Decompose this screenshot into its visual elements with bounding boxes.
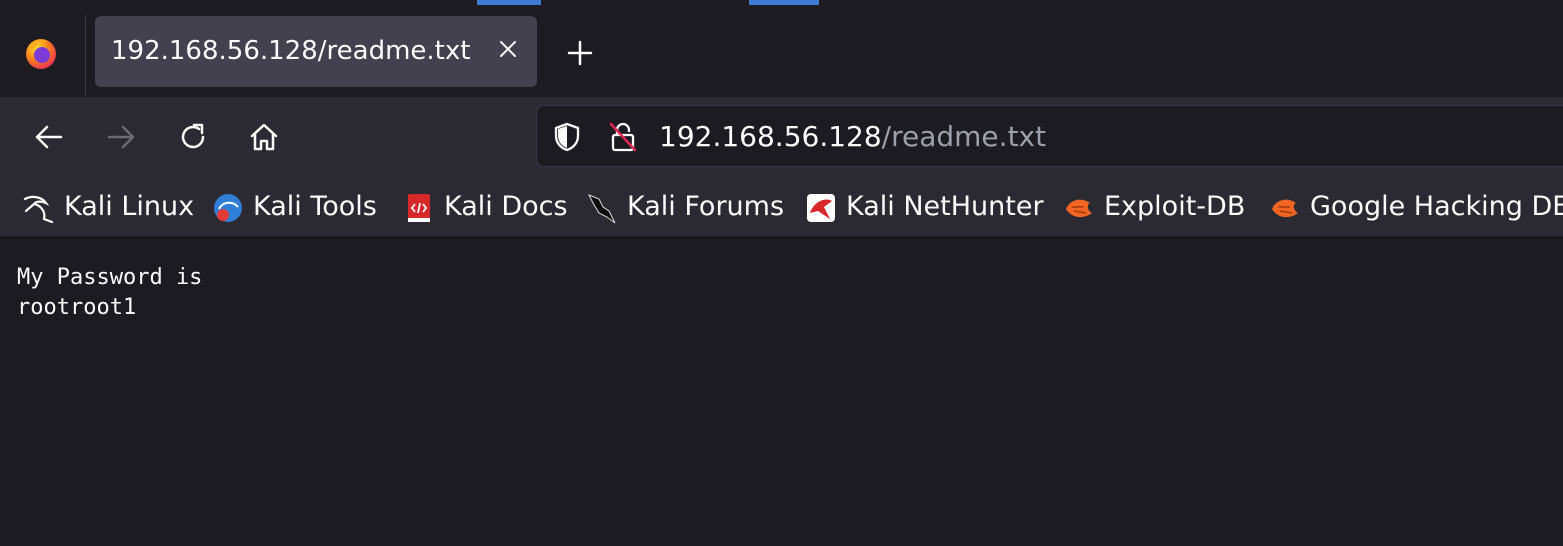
bookmark-label: Kali Forums [627, 191, 785, 222]
home-icon[interactable] [246, 119, 282, 155]
kali-nethunter-icon [807, 194, 835, 222]
kali-dragon-icon [23, 195, 54, 224]
forward-arrow-icon[interactable] [103, 119, 139, 155]
shield-icon[interactable] [551, 121, 583, 153]
navigation-toolbar: 192.168.56.128/readme.txt [0, 97, 1563, 179]
bookmark-label: Google Hacking DB [1310, 191, 1563, 222]
url-text[interactable]: 192.168.56.128/readme.txt [659, 120, 1046, 153]
bookmark-label: Kali NetHunter [846, 191, 1044, 222]
close-icon[interactable] [497, 38, 519, 60]
kali-docs-icon [408, 194, 430, 222]
window-indicator [749, 0, 819, 5]
page-content: My Password is rootroot1 [0, 238, 1563, 546]
exploit-db-icon [1272, 199, 1298, 218]
bookmark-label: Exploit-DB [1104, 191, 1246, 222]
firefox-icon[interactable] [22, 34, 60, 72]
bookmarks-toolbar: Kali Linux Kali Tools Kali Docs Kali For… [0, 179, 1563, 238]
bookmark-label: Kali Docs [444, 191, 568, 222]
window-indicator [477, 0, 541, 5]
bookmark-label: Kali Linux [64, 191, 195, 222]
text-line: My Password is [17, 265, 203, 290]
text-line: rootroot1 [17, 295, 137, 320]
new-tab-icon[interactable] [563, 36, 597, 70]
plain-text-document: My Password is rootroot1 [17, 263, 202, 323]
exploit-db-icon [1066, 199, 1092, 218]
url-path: /readme.txt [881, 120, 1047, 153]
url-bar[interactable]: 192.168.56.128/readme.txt [536, 105, 1563, 167]
tab-active[interactable]: 192.168.56.128/readme.txt [95, 16, 537, 87]
reload-icon[interactable] [175, 119, 211, 155]
back-arrow-icon[interactable] [31, 119, 67, 155]
insecure-lock-icon[interactable] [607, 120, 639, 154]
tab-bar: 192.168.56.128/readme.txt [0, 6, 1563, 97]
url-host: 192.168.56.128 [659, 120, 882, 153]
tab-separator [85, 14, 86, 96]
tab-title: 192.168.56.128/readme.txt [111, 36, 471, 66]
kali-tools-icon [214, 194, 242, 222]
bookmark-label: Kali Tools [253, 191, 377, 222]
kali-forums-icon [587, 194, 616, 224]
